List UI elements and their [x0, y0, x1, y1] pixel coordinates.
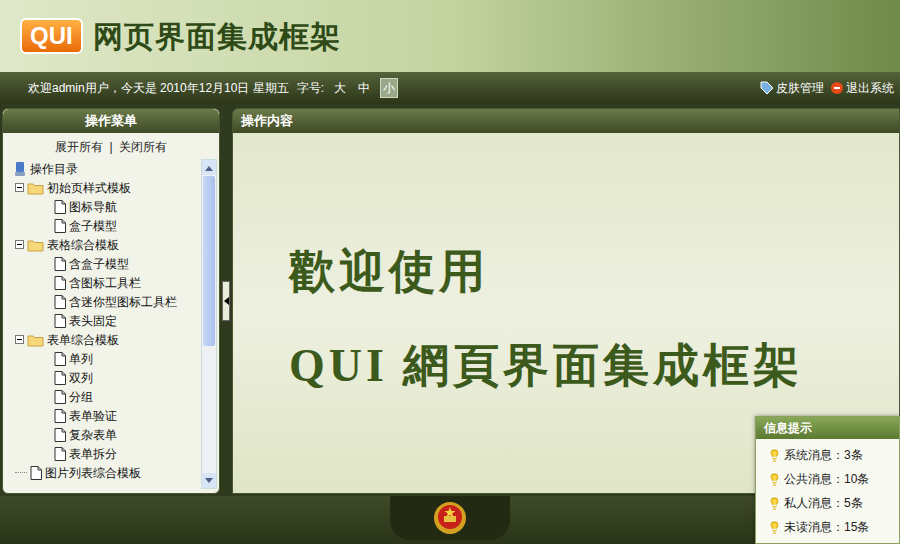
font-size-option[interactable]: 小 — [380, 78, 398, 98]
info-item[interactable]: 未读消息：15条 — [768, 515, 899, 539]
tree-item[interactable]: 双列 — [13, 368, 201, 387]
splitter[interactable] — [220, 108, 232, 494]
page-icon — [54, 447, 66, 461]
bulb-icon — [768, 449, 781, 462]
tree-item[interactable]: 含盒子模型 — [13, 254, 201, 273]
tree-item[interactable]: 复杂表单 — [13, 425, 201, 444]
page-icon — [54, 371, 66, 385]
bulb-icon — [768, 497, 781, 510]
page-icon — [54, 428, 66, 442]
scroll-down-icon[interactable] — [205, 478, 213, 484]
app: QUI 网页界面集成框架欢迎admin用户，今天是 2010年12月10日 星期五… — [0, 0, 900, 544]
info-box-title: 信息提示 — [756, 417, 899, 439]
tree-item[interactable]: 初始页样式模板 — [13, 178, 201, 197]
collapse-icon[interactable] — [15, 183, 24, 192]
emblem-icon — [433, 501, 467, 535]
tree-item[interactable]: 表单综合模板 — [13, 330, 201, 349]
page-icon — [54, 390, 66, 404]
page-icon — [54, 409, 66, 423]
tree-item[interactable]: 含迷你型图标工具栏 — [13, 292, 201, 311]
tree-item[interactable]: 表单验证 — [13, 406, 201, 425]
app-title: 网页界面集成框架 — [93, 14, 341, 59]
panel-header: 操作内容 — [233, 109, 899, 133]
collapse-arrow-icon[interactable] — [224, 297, 229, 305]
collapse-icon[interactable] — [15, 240, 24, 249]
page-icon — [54, 257, 66, 271]
collapse-icon[interactable] — [15, 335, 24, 344]
tree-item[interactable]: 盒子模型 — [13, 216, 201, 235]
menu-tree: 操作目录初始页样式模板图标导航盒子模型表格综合模板含盒子模型含图标工具栏含迷你型… — [3, 159, 201, 489]
logo: QUI — [20, 18, 83, 54]
tree-item[interactable]: 表头固定 — [13, 311, 201, 330]
top-bar: 欢迎admin用户，今天是 2010年12月10日 星期五字号: 大中小 皮肤管理退… — [0, 72, 900, 104]
page-icon — [54, 352, 66, 366]
info-item[interactable]: 私人消息：5条 — [768, 491, 899, 515]
page-icon — [54, 295, 66, 309]
font-size-option[interactable]: 中 — [356, 79, 372, 97]
tag-icon — [760, 81, 774, 95]
tree-item[interactable]: 图标导航 — [13, 197, 201, 216]
tree-item[interactable]: 单列 — [13, 349, 201, 368]
page-icon — [54, 219, 66, 233]
folder-icon — [27, 333, 44, 347]
catalog-icon — [13, 161, 27, 177]
info-item[interactable]: 公共消息：10条 — [768, 467, 899, 491]
skin-link[interactable]: 皮肤管理 — [760, 79, 824, 97]
page-icon — [30, 466, 42, 480]
scroll-thumb[interactable] — [203, 176, 215, 346]
folder-icon — [27, 238, 44, 252]
tree-item[interactable]: 表单拆分 — [13, 444, 201, 463]
scroll-up-icon[interactable] — [205, 165, 213, 171]
folder-icon — [27, 181, 44, 195]
page-icon — [54, 276, 66, 290]
header: QUI 网页界面集成框架 — [0, 0, 900, 72]
font-size-label: 字号: — [297, 79, 324, 97]
welcome-line: QUI 網頁界面集成框架 — [289, 339, 899, 393]
exit-icon — [830, 81, 844, 95]
tree-item[interactable]: 表格综合模板 — [13, 235, 201, 254]
exit-link[interactable]: 退出系统 — [830, 79, 894, 97]
info-item[interactable]: 系统消息：3条 — [768, 443, 899, 467]
bulb-icon — [768, 521, 781, 534]
bulb-icon — [768, 473, 781, 486]
info-box: 信息提示系统消息：3条公共消息：10条私人消息：5条未读消息：15条 — [755, 416, 900, 544]
tree-item[interactable]: 分组 — [13, 387, 201, 406]
font-size-option[interactable]: 大 — [332, 79, 348, 97]
menu-panel: 操作菜单展开所有 | 关闭所有操作目录初始页样式模板图标导航盒子模型表格综合模板含盒… — [2, 108, 220, 494]
tree-item[interactable]: 操作目录 — [13, 159, 201, 178]
welcome-text: 欢迎admin用户，今天是 2010年12月10日 星期五 — [28, 79, 289, 97]
separator: | — [109, 138, 112, 156]
page-icon — [54, 314, 66, 328]
panel-header: 操作菜单 — [3, 109, 219, 133]
expand-all-link[interactable]: 展开所有 — [55, 138, 103, 156]
page-icon — [54, 200, 66, 214]
tree-item[interactable]: 含图标工具栏 — [13, 273, 201, 292]
welcome-line: 歡迎使用 — [289, 245, 899, 299]
collapse-all-link[interactable]: 关闭所有 — [119, 138, 167, 156]
scrollbar[interactable] — [201, 159, 217, 489]
tree-item[interactable]: 图片列表综合模板 — [13, 463, 201, 482]
